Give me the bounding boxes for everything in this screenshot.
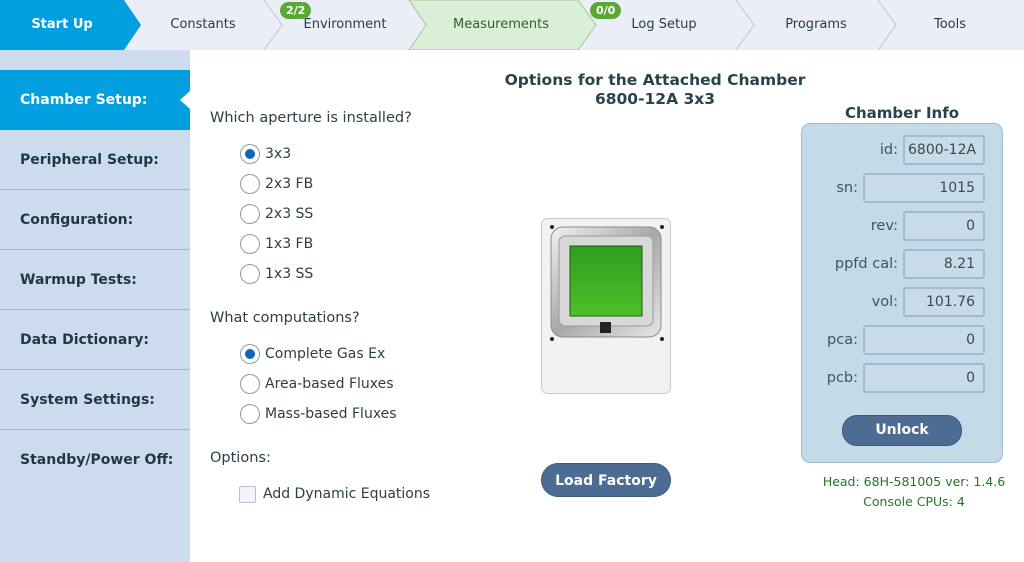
- radio-unselected[interactable]: [240, 174, 260, 194]
- options-label: Options:: [210, 450, 271, 466]
- computation-option-complete-gas-ex[interactable]: Complete Gas Ex: [240, 344, 385, 364]
- computation-question: What computations?: [210, 310, 360, 326]
- pca-field: 0: [863, 325, 985, 355]
- computation-option-label: Mass-based Fluxes: [265, 406, 397, 422]
- page-title: Options for the Attached Chamber: [504, 71, 806, 89]
- rev-label: rev:: [870, 218, 898, 234]
- sidebar: Chamber Setup: Peripheral Setup: Configu…: [0, 50, 190, 562]
- ppfd-cal-label: ppfd cal:: [834, 256, 898, 272]
- radio-unselected[interactable]: [240, 204, 260, 224]
- tab-environment[interactable]: Environment: [284, 17, 406, 32]
- tab-tools[interactable]: Tools: [898, 17, 1002, 32]
- aperture-option-1x3-fb[interactable]: 1x3 FB: [240, 234, 313, 254]
- aperture-question: Which aperture is installed?: [210, 110, 412, 126]
- unlock-button[interactable]: Unlock: [842, 415, 962, 446]
- radio-selected[interactable]: [240, 144, 260, 164]
- computation-option-area-based[interactable]: Area-based Fluxes: [240, 374, 394, 394]
- aperture-option-label: 3x3: [265, 146, 292, 162]
- sn-field: 1015: [863, 173, 985, 203]
- tab-programs[interactable]: Programs: [756, 17, 876, 32]
- sidebar-item-standby-power-off[interactable]: Standby/Power Off:: [0, 429, 190, 489]
- pcb-label: pcb:: [826, 370, 858, 386]
- dynamic-equations-option[interactable]: Add Dynamic Equations: [239, 484, 431, 504]
- aperture-option-label: 1x3 SS: [265, 266, 314, 282]
- dynamic-equations-checkbox[interactable]: [239, 485, 256, 503]
- pcb-field: 0: [863, 363, 985, 393]
- aperture-option-2x3-fb[interactable]: 2x3 FB: [240, 174, 313, 194]
- ppfd-cal-field: 8.21: [903, 249, 985, 279]
- console-cpus-text: Console CPUs: 4: [863, 494, 965, 509]
- dynamic-equations-label: Add Dynamic Equations: [263, 486, 431, 502]
- head-version-text: Head: 68H-581005 ver: 1.4.6: [822, 474, 1006, 489]
- computation-option-mass-based[interactable]: Mass-based Fluxes: [240, 404, 397, 424]
- top-navigation: Start Up Constants Environment 2/2 Measu…: [0, 0, 1024, 50]
- tab-start-up[interactable]: Start Up: [0, 17, 124, 32]
- sidebar-item-configuration[interactable]: Configuration:: [0, 189, 190, 249]
- radio-unselected[interactable]: [240, 234, 260, 254]
- id-field: 6800-12A: [903, 135, 985, 165]
- vol-field: 101.76: [903, 287, 985, 317]
- radio-unselected[interactable]: [240, 374, 260, 394]
- id-label: id:: [879, 142, 898, 158]
- computation-option-label: Complete Gas Ex: [265, 346, 386, 362]
- chamber-info-title: Chamber Info: [844, 104, 960, 122]
- rev-field: 0: [903, 211, 985, 241]
- computation-option-label: Area-based Fluxes: [265, 376, 394, 392]
- environment-count-badge: 2/2: [280, 2, 312, 19]
- aperture-option-2x3-ss[interactable]: 2x3 SS: [240, 204, 313, 224]
- aperture-option-1x3-ss[interactable]: 1x3 SS: [240, 264, 313, 284]
- sidebar-item-chamber-setup[interactable]: Chamber Setup:: [0, 70, 190, 130]
- sidebar-item-system-settings[interactable]: System Settings:: [0, 369, 190, 429]
- log-setup-count-badge: 0/0: [590, 2, 622, 19]
- tab-constants[interactable]: Constants: [142, 17, 264, 32]
- chamber-aperture-image: [541, 218, 671, 394]
- sn-label: sn:: [836, 180, 858, 196]
- sidebar-item-warmup-tests[interactable]: Warmup Tests:: [0, 249, 190, 309]
- aperture-option-label: 1x3 FB: [265, 236, 314, 252]
- sidebar-item-peripheral-setup[interactable]: Peripheral Setup:: [0, 130, 190, 190]
- tab-measurements[interactable]: Measurements: [427, 17, 575, 32]
- vol-label: vol:: [871, 294, 898, 310]
- radio-unselected[interactable]: [240, 264, 260, 284]
- pca-label: pca:: [827, 332, 858, 348]
- load-factory-button[interactable]: Load Factory: [541, 463, 671, 497]
- aperture-option-3x3[interactable]: 3x3: [240, 144, 291, 164]
- radio-unselected[interactable]: [240, 404, 260, 424]
- aperture-option-label: 2x3 SS: [265, 206, 314, 222]
- chamber-info-panel: id: 6800-12A sn: 1015 rev: 0 ppfd cal: 8…: [801, 123, 1003, 463]
- tab-log-setup[interactable]: Log Setup: [598, 17, 730, 32]
- sidebar-item-data-dictionary[interactable]: Data Dictionary:: [0, 309, 190, 369]
- aperture-option-label: 2x3 FB: [265, 176, 314, 192]
- radio-selected[interactable]: [240, 344, 260, 364]
